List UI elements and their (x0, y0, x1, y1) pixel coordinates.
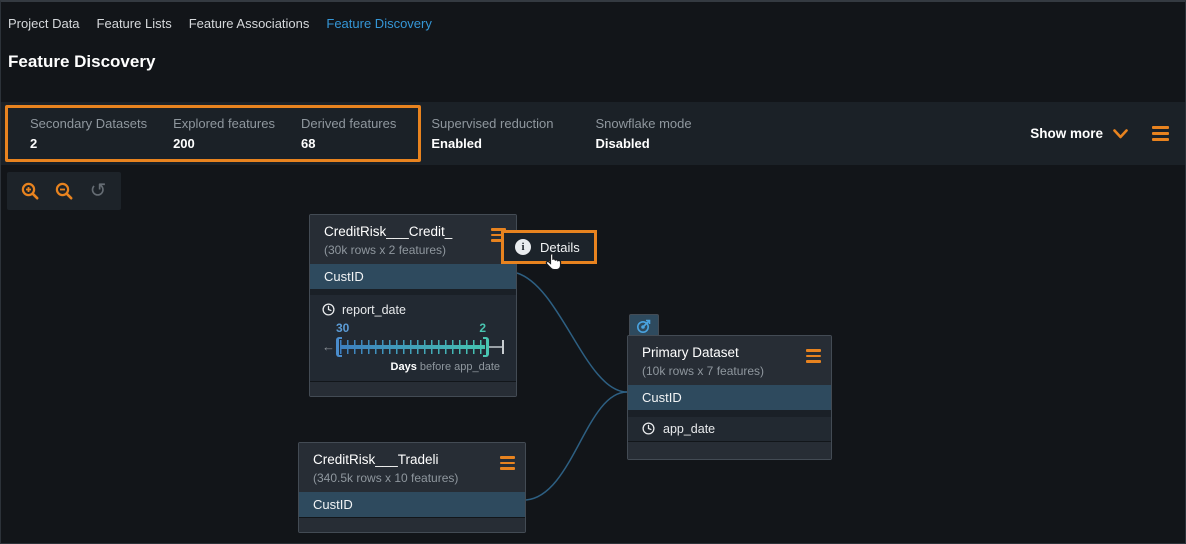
window-end-value: 2 (479, 321, 486, 335)
slider-end-handle[interactable] (483, 337, 489, 357)
dataset-dimensions: (340.5k rows x 10 features) (313, 471, 458, 485)
slider-unit-suffix: before app_date (417, 361, 500, 373)
slider-tail (489, 336, 504, 358)
dataset-node-primary[interactable]: Primary Dataset (10k rows x 7 features) … (627, 335, 832, 460)
arrow-left-icon: ← (322, 340, 336, 353)
node-header: Primary Dataset (10k rows x 7 features) (628, 336, 831, 385)
target-icon (636, 318, 652, 334)
info-icon: i (515, 239, 531, 255)
hand-pointer-icon (544, 252, 565, 273)
dataset-title: CreditRisk___Credit_ (324, 224, 452, 241)
node-footer (628, 441, 831, 459)
slider-caption: Days before app_date (322, 361, 500, 373)
time-feature-name: report_date (342, 303, 406, 317)
node-footer (310, 381, 516, 396)
primary-dataset-badge (629, 314, 659, 336)
slider-unit: Days (391, 361, 417, 373)
clock-icon (322, 303, 335, 316)
dataset-dimensions: (30k rows x 2 features) (324, 243, 452, 257)
node-header: CreditRisk___Credit_ (30k rows x 2 featu… (310, 215, 516, 264)
dataset-title: CreditRisk___Tradeli (313, 452, 458, 469)
clock-icon (642, 422, 655, 435)
dataset-dimensions: (10k rows x 7 features) (642, 364, 764, 378)
dataset-node-tradeline[interactable]: CreditRisk___Tradeli (340.5k rows x 10 f… (298, 442, 526, 533)
window-start-value: 30 (336, 321, 349, 335)
slider-track[interactable] (336, 336, 489, 358)
slider-start-handle[interactable] (336, 337, 342, 357)
node-menu-icon[interactable] (500, 456, 515, 485)
slider-bar (340, 345, 485, 349)
dataset-relationship-lines (1, 2, 1186, 544)
join-key-row[interactable]: CustID (310, 264, 516, 289)
time-window-slider[interactable]: ← (322, 336, 504, 358)
node-menu-icon[interactable] (806, 349, 821, 378)
date-feature-name: app_date (663, 422, 715, 436)
join-key-row[interactable]: CustID (299, 492, 525, 517)
node-header: CreditRisk___Tradeli (340.5k rows x 10 f… (299, 443, 525, 492)
mouse-cursor (544, 252, 565, 278)
feature-discovery-screen: Project Data Feature Lists Feature Assoc… (0, 0, 1186, 544)
time-window-section: report_date 30 2 ← Days before app_date (310, 295, 516, 381)
dataset-node-credit[interactable]: CreditRisk___Credit_ (30k rows x 2 featu… (309, 214, 517, 397)
date-feature-row[interactable]: app_date (628, 417, 831, 441)
join-key-row[interactable]: CustID (628, 385, 831, 410)
link-tradeline-to-primary (526, 392, 627, 500)
node-footer (299, 517, 525, 532)
dataset-title: Primary Dataset (642, 345, 764, 362)
link-credit-to-primary (517, 273, 627, 392)
